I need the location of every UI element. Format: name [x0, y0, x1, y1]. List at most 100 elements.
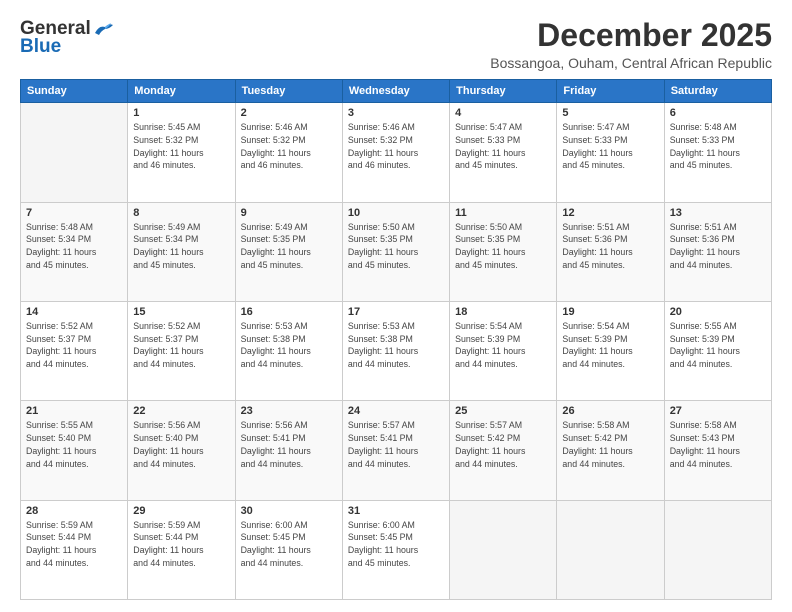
- day-of-week-header: Wednesday: [342, 80, 449, 103]
- calendar-cell: 28Sunrise: 5:59 AMSunset: 5:44 PMDayligh…: [21, 500, 128, 599]
- calendar-cell: [21, 103, 128, 202]
- day-number: 26: [562, 405, 658, 417]
- day-info: Sunrise: 5:51 AMSunset: 5:36 PMDaylight:…: [670, 221, 766, 272]
- day-number: 22: [133, 405, 229, 417]
- day-of-week-header: Sunday: [21, 80, 128, 103]
- day-number: 13: [670, 207, 766, 219]
- calendar-cell: 8Sunrise: 5:49 AMSunset: 5:34 PMDaylight…: [128, 202, 235, 301]
- header: General Blue December 2025 Bossangoa, Ou…: [20, 18, 772, 71]
- day-info: Sunrise: 5:52 AMSunset: 5:37 PMDaylight:…: [133, 320, 229, 371]
- calendar-cell: 13 Sunrise: 5:51 AMSunset: 5:36 PMDayligh…: [664, 202, 771, 301]
- day-info: Sunrise: 5:49 AMSunset: 5:34 PMDaylight:…: [133, 221, 229, 272]
- day-info: Sunrise: 5:45 AMSunset: 5:32 PMDaylight:…: [133, 121, 229, 172]
- day-info: Sunrise: 5:58 AMSunset: 5:43 PMDaylight:…: [670, 419, 766, 470]
- day-info: Sunrise: 5:49 AMSunset: 5:35 PMDaylight:…: [241, 221, 337, 272]
- day-number: 20: [670, 306, 766, 318]
- calendar-cell: 9Sunrise: 5:49 AMSunset: 5:35 PMDaylight…: [235, 202, 342, 301]
- day-number: 15: [133, 306, 229, 318]
- calendar-cell: 24 Sunrise: 5:57 AMSunset: 5:41 PMDayligh…: [342, 401, 449, 500]
- day-number: 4: [455, 107, 551, 119]
- day-info: Sunrise: 5:48 AMSunset: 5:33 PMDaylight:…: [670, 121, 766, 172]
- day-of-week-header: Friday: [557, 80, 664, 103]
- calendar-cell: 27 Sunrise: 5:58 AMSunset: 5:43 PMDayligh…: [664, 401, 771, 500]
- calendar-cell: 2 Sunrise: 5:46 AMSunset: 5:32 PMDaylight…: [235, 103, 342, 202]
- day-of-week-header: Monday: [128, 80, 235, 103]
- calendar-cell: 29 Sunrise: 5:59 AMSunset: 5:44 PMDayligh…: [128, 500, 235, 599]
- title-block: December 2025 Bossangoa, Ouham, Central …: [490, 18, 772, 71]
- day-number: 18: [455, 306, 551, 318]
- day-info: Sunrise: 5:52 AMSunset: 5:37 PMDaylight:…: [26, 320, 122, 371]
- calendar-cell: 16Sunrise: 5:53 AMSunset: 5:38 PMDayligh…: [235, 301, 342, 400]
- day-info: Sunrise: 5:46 AMSunset: 5:32 PMDaylight:…: [348, 121, 444, 172]
- page: General Blue December 2025 Bossangoa, Ou…: [0, 0, 792, 612]
- day-number: 12: [562, 207, 658, 219]
- calendar-cell: 26 Sunrise: 5:58 AMSunset: 5:42 PMDayligh…: [557, 401, 664, 500]
- logo-bird-icon: [93, 21, 115, 37]
- day-info: Sunrise: 5:46 AMSunset: 5:32 PMDaylight:…: [241, 121, 337, 172]
- day-number: 11: [455, 207, 551, 219]
- day-info: Sunrise: 5:55 AMSunset: 5:39 PMDaylight:…: [670, 320, 766, 371]
- day-number: 2: [241, 107, 337, 119]
- calendar-cell: 18 Sunrise: 5:54 AMSunset: 5:39 PMDayligh…: [450, 301, 557, 400]
- calendar-cell: 5 Sunrise: 5:47 AMSunset: 5:33 PMDaylight…: [557, 103, 664, 202]
- location: Bossangoa, Ouham, Central African Republ…: [490, 55, 772, 71]
- month-title: December 2025: [490, 18, 772, 53]
- day-number: 31: [348, 505, 444, 517]
- day-of-week-header: Thursday: [450, 80, 557, 103]
- day-number: 3: [348, 107, 444, 119]
- day-info: Sunrise: 5:47 AMSunset: 5:33 PMDaylight:…: [455, 121, 551, 172]
- day-number: 16: [241, 306, 337, 318]
- day-number: 14: [26, 306, 122, 318]
- calendar-cell: [557, 500, 664, 599]
- calendar-cell: 12 Sunrise: 5:51 AMSunset: 5:36 PMDayligh…: [557, 202, 664, 301]
- calendar-cell: 15 Sunrise: 5:52 AMSunset: 5:37 PMDayligh…: [128, 301, 235, 400]
- day-info: Sunrise: 5:56 AMSunset: 5:41 PMDaylight:…: [241, 419, 337, 470]
- day-info: Sunrise: 5:58 AMSunset: 5:42 PMDaylight:…: [562, 419, 658, 470]
- day-info: Sunrise: 5:51 AMSunset: 5:36 PMDaylight:…: [562, 221, 658, 272]
- calendar-cell: 14 Sunrise: 5:52 AMSunset: 5:37 PMDayligh…: [21, 301, 128, 400]
- day-number: 1: [133, 107, 229, 119]
- day-of-week-header: Saturday: [664, 80, 771, 103]
- day-info: Sunrise: 5:54 AMSunset: 5:39 PMDaylight:…: [562, 320, 658, 371]
- day-number: 21: [26, 405, 122, 417]
- calendar-cell: 20 Sunrise: 5:55 AMSunset: 5:39 PMDayligh…: [664, 301, 771, 400]
- day-number: 29: [133, 505, 229, 517]
- day-number: 27: [670, 405, 766, 417]
- day-info: Sunrise: 5:57 AMSunset: 5:41 PMDaylight:…: [348, 419, 444, 470]
- day-info: Sunrise: 5:55 AMSunset: 5:40 PMDaylight:…: [26, 419, 122, 470]
- calendar-cell: 23 Sunrise: 5:56 AMSunset: 5:41 PMDayligh…: [235, 401, 342, 500]
- calendar-cell: [450, 500, 557, 599]
- calendar-cell: 22 Sunrise: 5:56 AMSunset: 5:40 PMDayligh…: [128, 401, 235, 500]
- day-of-week-header: Tuesday: [235, 80, 342, 103]
- day-number: 23: [241, 405, 337, 417]
- day-number: 24: [348, 405, 444, 417]
- day-info: Sunrise: 5:50 AMSunset: 5:35 PMDaylight:…: [455, 221, 551, 272]
- calendar-cell: 11 Sunrise: 5:50 AMSunset: 5:35 PMDayligh…: [450, 202, 557, 301]
- day-number: 10: [348, 207, 444, 219]
- calendar-cell: 7 Sunrise: 5:48 AMSunset: 5:34 PMDaylight…: [21, 202, 128, 301]
- calendar-cell: 19 Sunrise: 5:54 AMSunset: 5:39 PMDayligh…: [557, 301, 664, 400]
- day-info: Sunrise: 6:00 AMSunset: 5:45 PMDaylight:…: [348, 519, 444, 570]
- day-info: Sunrise: 5:56 AMSunset: 5:40 PMDaylight:…: [133, 419, 229, 470]
- day-info: Sunrise: 5:50 AMSunset: 5:35 PMDaylight:…: [348, 221, 444, 272]
- calendar-cell: 21 Sunrise: 5:55 AMSunset: 5:40 PMDayligh…: [21, 401, 128, 500]
- calendar-cell: 6Sunrise: 5:48 AMSunset: 5:33 PMDaylight…: [664, 103, 771, 202]
- day-number: 17: [348, 306, 444, 318]
- day-number: 19: [562, 306, 658, 318]
- day-info: Sunrise: 5:54 AMSunset: 5:39 PMDaylight:…: [455, 320, 551, 371]
- logo: General Blue: [20, 18, 115, 58]
- day-info: Sunrise: 5:48 AMSunset: 5:34 PMDaylight:…: [26, 221, 122, 272]
- logo-blue: Blue: [20, 36, 61, 58]
- calendar: SundayMondayTuesdayWednesdayThursdayFrid…: [20, 79, 772, 600]
- calendar-header-row: SundayMondayTuesdayWednesdayThursdayFrid…: [21, 80, 772, 103]
- calendar-cell: 4 Sunrise: 5:47 AMSunset: 5:33 PMDaylight…: [450, 103, 557, 202]
- calendar-cell: 25Sunrise: 5:57 AMSunset: 5:42 PMDayligh…: [450, 401, 557, 500]
- day-number: 25: [455, 405, 551, 417]
- day-number: 7: [26, 207, 122, 219]
- day-info: Sunrise: 5:47 AMSunset: 5:33 PMDaylight:…: [562, 121, 658, 172]
- day-number: 5: [562, 107, 658, 119]
- day-info: Sunrise: 5:59 AMSunset: 5:44 PMDaylight:…: [133, 519, 229, 570]
- calendar-cell: 17Sunrise: 5:53 AMSunset: 5:38 PMDayligh…: [342, 301, 449, 400]
- calendar-cell: 10 Sunrise: 5:50 AMSunset: 5:35 PMDayligh…: [342, 202, 449, 301]
- day-info: Sunrise: 6:00 AMSunset: 5:45 PMDaylight:…: [241, 519, 337, 570]
